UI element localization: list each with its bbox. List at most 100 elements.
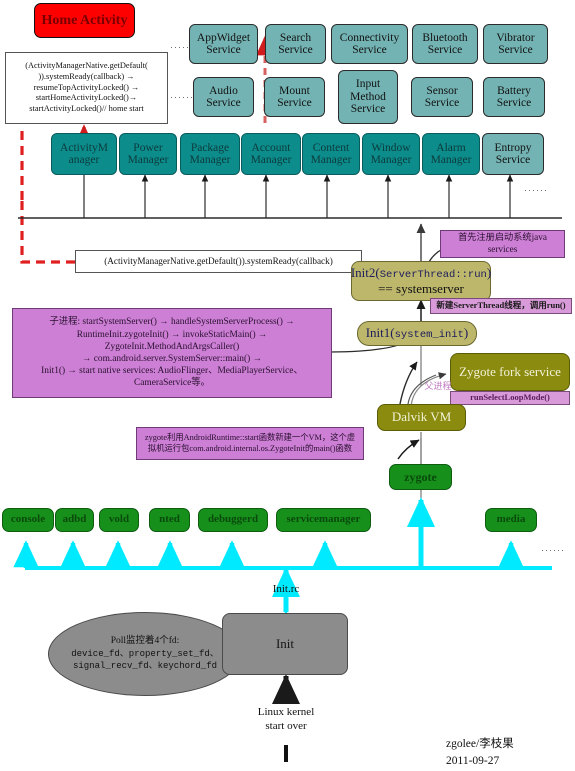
init2-line2: == systemserver xyxy=(378,280,464,296)
zygote-note-line-1: zygote利用AndroidRuntime::start函数新建一个VM，这个… xyxy=(144,432,356,442)
init2-suffix: ) xyxy=(486,265,492,281)
daemon-label: media xyxy=(496,513,526,526)
daemon-box-servicemanager[interactable]: servicemanager xyxy=(276,508,371,532)
purple-note-line-5: Init1() → start native services: AudioFl… xyxy=(41,366,303,377)
parent-process-label: 父进程 xyxy=(418,381,458,392)
poll-line-2: device_fd、property_set_fd、 xyxy=(71,649,219,660)
callback-note-line-1: (ActivityManagerNative.getDefault( xyxy=(25,61,148,71)
purple-note-line-1: 子进程: startSystemServer() → handleSystemS… xyxy=(49,317,295,328)
manager-box-activity[interactable]: ActivityM anager xyxy=(51,133,117,175)
manager-label: Window Manager xyxy=(370,141,412,166)
register-services-text: 首先注册启动系统java services xyxy=(458,232,547,254)
service-label: Sensor Service xyxy=(424,84,460,109)
service-box-search[interactable]: Search Service xyxy=(265,24,326,64)
initrc-label: Init.rc xyxy=(256,583,316,597)
server-thread-note: 新建ServerThread线程，调用run() xyxy=(430,298,572,314)
poll-line-1: Poll监控着4个fd: xyxy=(110,636,180,647)
service-label: Bluetooth Service xyxy=(422,31,468,56)
zygote-runtime-note: zygote利用AndroidRuntime::start函数新建一个VM，这个… xyxy=(136,427,364,460)
init2-prefix: Init2( xyxy=(350,265,380,281)
service-box-audio[interactable]: Audio Service xyxy=(193,77,254,117)
zygote-label: zygote xyxy=(404,469,437,484)
service-box-input-method[interactable]: Input Method Service xyxy=(338,70,398,124)
service-label: Battery Service xyxy=(496,84,532,109)
service-label: Vibrator Service xyxy=(496,31,535,56)
manager-label: Alarm Manager xyxy=(430,141,472,166)
callback-note-line-3: resumeTopActivityLocked() → xyxy=(33,82,140,92)
init1-prefix: Init1( xyxy=(365,324,395,340)
daemon-label: adbd xyxy=(62,513,87,526)
dalvik-vm-label: Dalvik VM xyxy=(391,409,452,425)
callback-note-line-4: startHomeActivityLocked()→ xyxy=(35,93,138,103)
service-box-sensor[interactable]: Sensor Service xyxy=(411,77,473,117)
manager-box-window[interactable]: Window Manager xyxy=(362,133,420,175)
service-label: AppWidget Service xyxy=(196,31,251,56)
init2-systemserver-box[interactable]: Init2( ServerThread::run ) == systemserv… xyxy=(351,261,491,301)
service-label: Connectivity Service xyxy=(339,31,400,56)
ellipsis-top-2: ······ xyxy=(170,92,194,102)
daemon-label: console xyxy=(10,513,46,526)
dalvik-vm-box[interactable]: Dalvik VM xyxy=(377,404,466,431)
manager-label: Package Manager xyxy=(189,141,231,166)
purple-note-line-4: → com.android.server.SystemServer::main(… xyxy=(82,354,262,364)
service-box-bluetooth[interactable]: Bluetooth Service xyxy=(412,24,478,64)
service-label: Audio Service xyxy=(206,84,241,109)
zygote-fork-service-box[interactable]: Zygote fork service xyxy=(450,353,570,391)
service-label: Mount Service xyxy=(277,84,312,109)
manager-box-power[interactable]: Power Manager xyxy=(119,133,177,175)
manager-box-package[interactable]: Package Manager xyxy=(180,133,240,175)
linux-kernel-label: Linux kernel start over xyxy=(236,706,336,734)
home-activity-box[interactable]: Home Activity xyxy=(34,3,135,38)
service-box-connectivity[interactable]: Connectivity Service xyxy=(331,24,408,64)
purple-note-line-2: RuntimeInit.zygoteInit() → invokeStaticM… xyxy=(76,329,268,340)
ellipsis-daemons: ······ xyxy=(541,545,565,555)
zygote-fork-label: Zygote fork service xyxy=(459,363,561,379)
service-box-vibrator[interactable]: Vibrator Service xyxy=(483,24,548,64)
callback-note-line-5: startActivityLocked()// home start xyxy=(29,104,144,114)
daemon-box-debuggerd[interactable]: debuggerd xyxy=(198,508,268,532)
home-activity-label: Home Activity xyxy=(41,12,128,28)
manager-box-content[interactable]: Content Manager xyxy=(302,133,360,175)
signature-author: zgolee/李枝果 xyxy=(446,738,514,750)
initrc-text: Init.rc xyxy=(272,583,300,595)
callback-note-line-2: )).systemReady(callback) → xyxy=(38,71,135,81)
init2-mono: ServerThread::run xyxy=(379,269,487,282)
callback-note: (ActivityManagerNative.getDefault( )).sy… xyxy=(5,52,168,124)
zygote-fork-method: runSelectLoopMode() xyxy=(470,392,550,403)
daemon-box-console[interactable]: console xyxy=(2,508,54,532)
system-ready-note: (ActivityManagerNative.getDefault()).sys… xyxy=(75,250,362,273)
manager-label: Content Manager xyxy=(310,141,352,166)
service-box-battery[interactable]: Battery Service xyxy=(483,77,545,117)
daemon-box-media[interactable]: media xyxy=(485,508,537,532)
daemon-label: servicemanager xyxy=(286,513,361,526)
zygote-note-line-2: 拟机运行包com.android.internal.os.ZygoteInit的… xyxy=(147,443,353,453)
daemon-box-vold[interactable]: vold xyxy=(99,508,139,532)
init-box[interactable]: Init xyxy=(222,613,348,675)
daemon-label: debuggerd xyxy=(207,513,259,526)
service-box-appwidget[interactable]: AppWidget Service xyxy=(189,24,258,64)
manager-box-alarm[interactable]: Alarm Manager xyxy=(422,133,480,175)
manager-label: Power Manager xyxy=(127,141,169,166)
service-box-mount[interactable]: Mount Service xyxy=(264,77,325,117)
ellipsis-managers: ······ xyxy=(524,185,548,195)
init-label: Init xyxy=(275,635,295,651)
manager-label: ActivityM anager xyxy=(60,141,108,166)
manager-box-account[interactable]: Account Manager xyxy=(241,133,301,175)
diagram-canvas: Home Activity (ActivityManagerNative.get… xyxy=(0,0,575,768)
register-services-note: 首先注册启动系统java services xyxy=(440,230,565,258)
daemon-label: vold xyxy=(108,513,130,526)
purple-note-line-3: ZygoteInit.MethodAndArgsCaller() xyxy=(104,341,240,352)
daemon-box-nted[interactable]: nted xyxy=(149,508,190,532)
init1-mono: system_init xyxy=(394,328,464,341)
init1-box[interactable]: Init1( system_init ) xyxy=(357,321,477,346)
init1-suffix: ) xyxy=(463,324,469,340)
daemon-box-adbd[interactable]: adbd xyxy=(55,508,94,532)
zygote-box[interactable]: zygote xyxy=(389,464,452,490)
manager-box-entropy[interactable]: Entropy Service xyxy=(482,133,544,175)
parent-process-text: 父进程 xyxy=(424,381,452,391)
zygote-fork-method-note: runSelectLoopMode() xyxy=(450,391,570,405)
service-label: Search Service xyxy=(278,31,313,56)
poll-fd-ellipse: Poll监控着4个fd: device_fd、property_set_fd、 … xyxy=(48,612,242,696)
kernel-line-2: start over xyxy=(265,719,307,732)
system-server-process-note: 子进程: startSystemServer() → handleSystemS… xyxy=(12,308,332,398)
